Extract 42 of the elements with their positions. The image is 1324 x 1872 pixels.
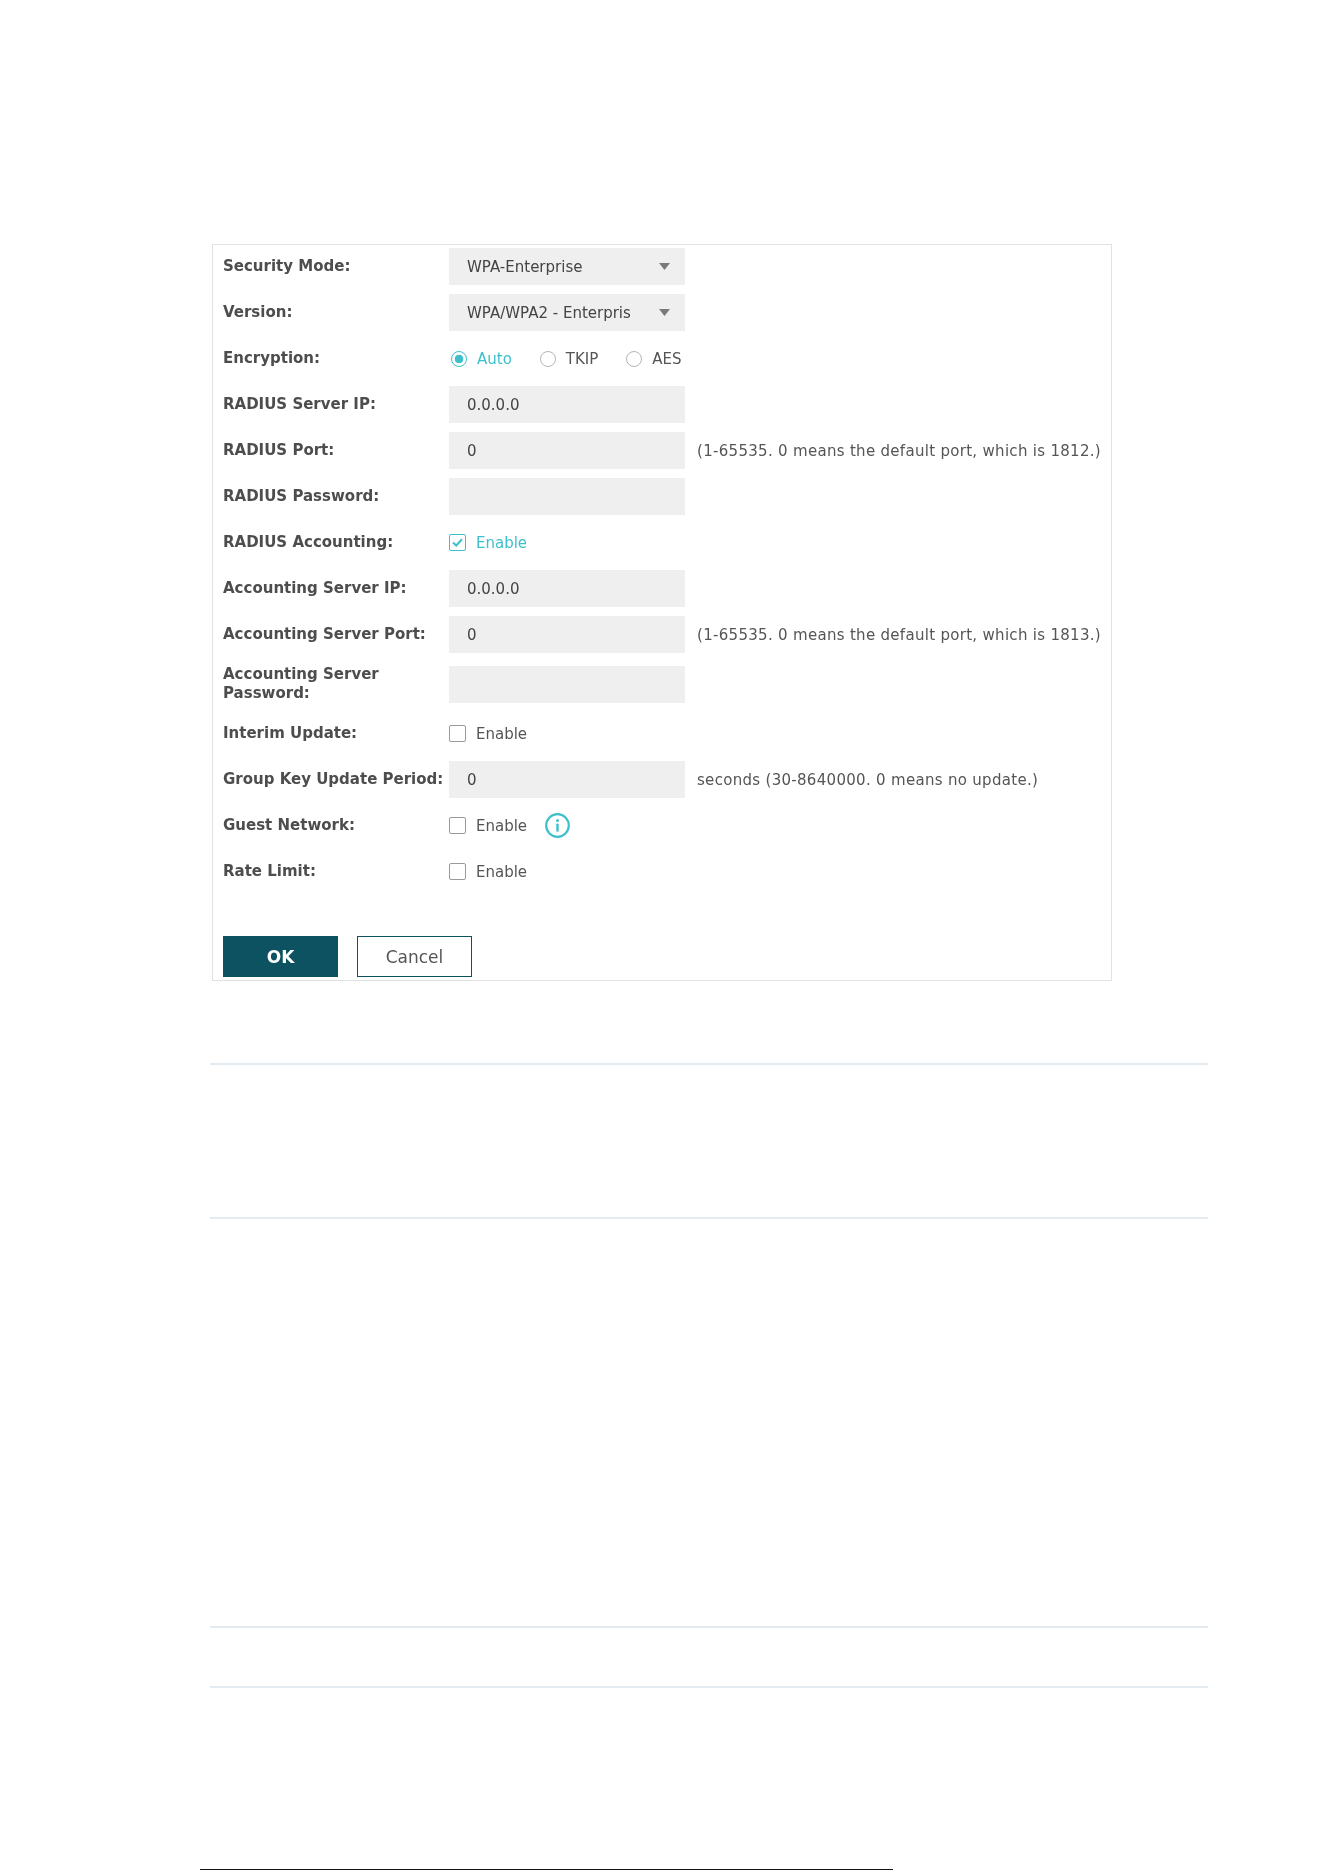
- radio-button[interactable]: [451, 350, 467, 367]
- checkbox-option[interactable]: Enable: [449, 861, 528, 882]
- radio-option[interactable]: TKIP: [539, 348, 599, 369]
- checkbox[interactable]: [449, 534, 466, 551]
- field-label: RADIUS Port:: [223, 440, 336, 461]
- dropdown[interactable]: WPA/WPA2 - Enterpris: [449, 294, 685, 331]
- input-field[interactable]: 0: [449, 432, 685, 469]
- caret-icon: [659, 263, 670, 270]
- field-label: Accounting Server Password:: [223, 664, 380, 704]
- checkmark-icon: [452, 538, 463, 547]
- input-field[interactable]: 0: [449, 761, 685, 798]
- field-label: Rate Limit:: [223, 861, 317, 882]
- field-label: RADIUS Accounting:: [223, 532, 395, 553]
- checkbox[interactable]: [449, 725, 466, 742]
- checkbox-option[interactable]: Enable: [449, 723, 528, 744]
- field-label: Accounting Server IP:: [223, 578, 408, 599]
- field-label: Accounting Server Port:: [223, 624, 427, 645]
- radio-option[interactable]: AES: [626, 348, 682, 369]
- cancel-button[interactable]: Cancel: [357, 936, 472, 977]
- radio-button[interactable]: [539, 350, 556, 367]
- field-label: Version:: [223, 302, 294, 323]
- input-field[interactable]: 0.0.0.0: [449, 570, 685, 607]
- field-label: Guest Network:: [223, 815, 356, 836]
- field-label: Encryption:: [223, 348, 322, 369]
- hint-text: (1-65535. 0 means the default port, which is 1812.): [697, 441, 1102, 460]
- ok-button[interactable]: OK: [223, 936, 338, 977]
- hint-text: (1-65535. 0 means the default port, which is 1813.): [697, 625, 1102, 644]
- field-label: Security Mode:: [223, 256, 352, 277]
- input-field[interactable]: 0: [449, 616, 685, 653]
- input-field[interactable]: 0.0.0.0: [449, 386, 685, 423]
- caret-icon: [659, 309, 670, 316]
- checkbox-option[interactable]: Enable: [449, 815, 528, 836]
- info-icon[interactable]: [545, 813, 571, 838]
- field-label: RADIUS Password:: [223, 486, 381, 507]
- field-label: Interim Update:: [223, 723, 359, 744]
- checkbox[interactable]: [449, 863, 466, 880]
- field-label: RADIUS Server IP:: [223, 394, 377, 415]
- checkbox[interactable]: [449, 817, 466, 834]
- hint-text: seconds (30-8640000. 0 means no update.): [697, 770, 1039, 789]
- field-label: Group Key Update Period:: [223, 769, 445, 790]
- dropdown[interactable]: WPA-Enterprise: [449, 248, 685, 285]
- radio-button[interactable]: [626, 350, 643, 367]
